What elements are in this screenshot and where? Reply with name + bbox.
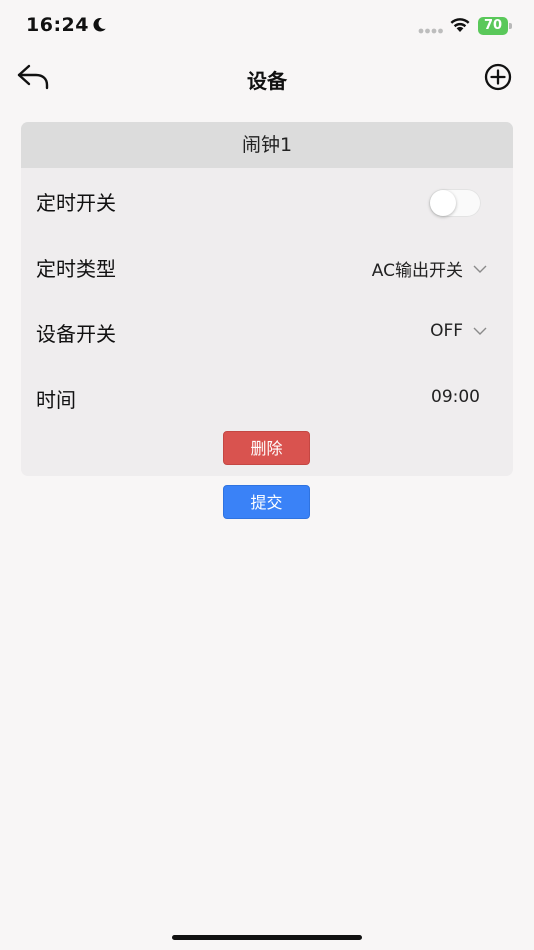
cellular-signal-icon [418,28,443,34]
device-switch-select[interactable]: OFF [430,321,487,341]
row-timer-type: 定时类型 AC输出开关 [21,247,513,287]
device-switch-value: OFF [430,321,463,341]
timer-type-label: 定时类型 [36,257,116,281]
home-indicator [172,935,362,940]
delete-button[interactable]: 删除 [223,431,310,465]
alarm-card: 闹钟1 定时开关 定时类型 AC输出开关 设备开关 OFF 时间 09:00 [21,122,513,476]
nav-bar: 设备 [0,54,534,100]
time-value[interactable]: 09:00 [431,387,480,407]
wifi-icon [450,18,470,32]
battery-icon: 70 [478,17,512,35]
add-button[interactable] [484,63,512,91]
time-label: 时间 [36,388,76,412]
status-bar: 16:24 70 [0,0,534,54]
moon-icon [93,17,106,32]
row-device-switch: 设备开关 OFF [21,312,513,352]
chevron-down-icon [473,265,487,273]
toggle-knob [430,190,456,216]
timer-switch-label: 定时开关 [36,191,116,215]
row-time: 时间 09:00 [21,378,513,418]
alarm-card-title: 闹钟1 [21,122,513,168]
battery-level: 70 [478,17,508,35]
page-title: 设备 [247,69,287,93]
device-switch-label: 设备开关 [36,322,116,346]
chevron-down-icon [473,327,487,335]
status-time: 16:24 [26,14,89,36]
row-timer-switch: 定时开关 [21,181,513,221]
plus-circle-icon [484,63,512,91]
submit-button[interactable]: 提交 [223,485,310,519]
timer-switch-toggle[interactable] [429,189,481,217]
timer-type-value: AC输出开关 [371,261,463,281]
timer-type-select[interactable]: AC输出开关 [372,256,487,281]
